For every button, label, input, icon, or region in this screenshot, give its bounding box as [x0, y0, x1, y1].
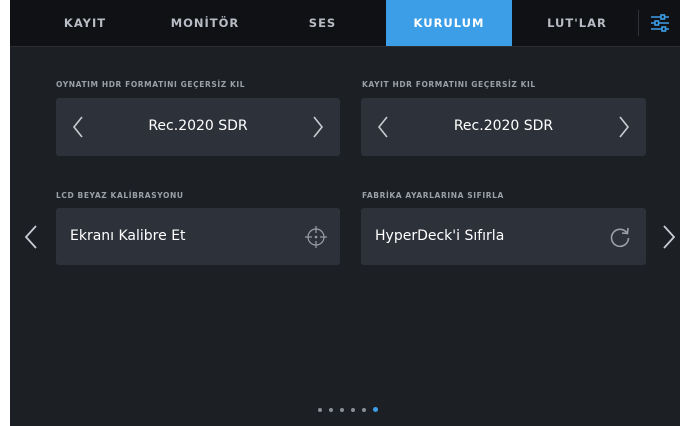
record-hdr-label: KAYIT HDR FORMATINI GEÇERSİZ KIL — [362, 80, 536, 89]
lcd-calibration-label: LCD BEYAZ KALİBRASYONU — [56, 191, 184, 200]
tab-kayit[interactable]: KAYIT — [40, 0, 130, 46]
page-dot[interactable] — [362, 408, 366, 412]
record-hdr-value: Rec.2020 SDR — [453, 118, 554, 134]
page-dot[interactable] — [318, 408, 322, 412]
playback-hdr-label: OYNATIM HDR FORMATINI GEÇERSİZ KIL — [56, 80, 246, 89]
tab-divider — [638, 10, 639, 36]
page-dot[interactable] — [340, 408, 344, 412]
tab-kurulum[interactable]: KURULUM — [386, 0, 512, 46]
page-dot[interactable] — [329, 408, 333, 412]
settings-button[interactable] — [640, 0, 680, 46]
factory-reset-label: FABRİKA AYARLARINA SIFIRLA — [362, 191, 504, 200]
playback-hdr-selector: Rec.2020 SDR — [56, 98, 340, 156]
crosshair-icon — [305, 226, 327, 248]
sliders-icon — [651, 14, 669, 32]
previous-page-arrow-icon[interactable] — [24, 224, 38, 250]
tab-lutlar[interactable]: LUT'LAR — [522, 0, 632, 46]
reset-hyperdeck-button[interactable]: HyperDeck'i Sıfırla — [361, 208, 646, 265]
next-page-arrow-icon[interactable] — [662, 224, 676, 250]
tab-monitor[interactable]: MONİTÖR — [150, 0, 260, 46]
page-dot-active[interactable] — [373, 407, 378, 412]
tab-bar: KAYIT MONİTÖR SES KURULUM LUT'LAR — [10, 0, 680, 47]
calibrate-screen-button[interactable]: Ekranı Kalibre Et — [56, 208, 340, 265]
record-hdr-selector: Rec.2020 SDR — [361, 98, 646, 156]
tab-ses[interactable]: SES — [280, 0, 365, 46]
playback-hdr-value: Rec.2020 SDR — [148, 118, 248, 134]
device-screen: KAYIT MONİTÖR SES KURULUM LUT'LAR OYNATI… — [10, 0, 680, 426]
chevron-right-icon[interactable] — [618, 115, 630, 139]
chevron-right-icon[interactable] — [312, 115, 324, 139]
calibrate-screen-label: Ekranı Kalibre Et — [70, 228, 186, 244]
page-dot[interactable] — [351, 408, 355, 412]
reset-hyperdeck-label: HyperDeck'i Sıfırla — [375, 228, 505, 244]
reset-icon — [610, 227, 630, 248]
